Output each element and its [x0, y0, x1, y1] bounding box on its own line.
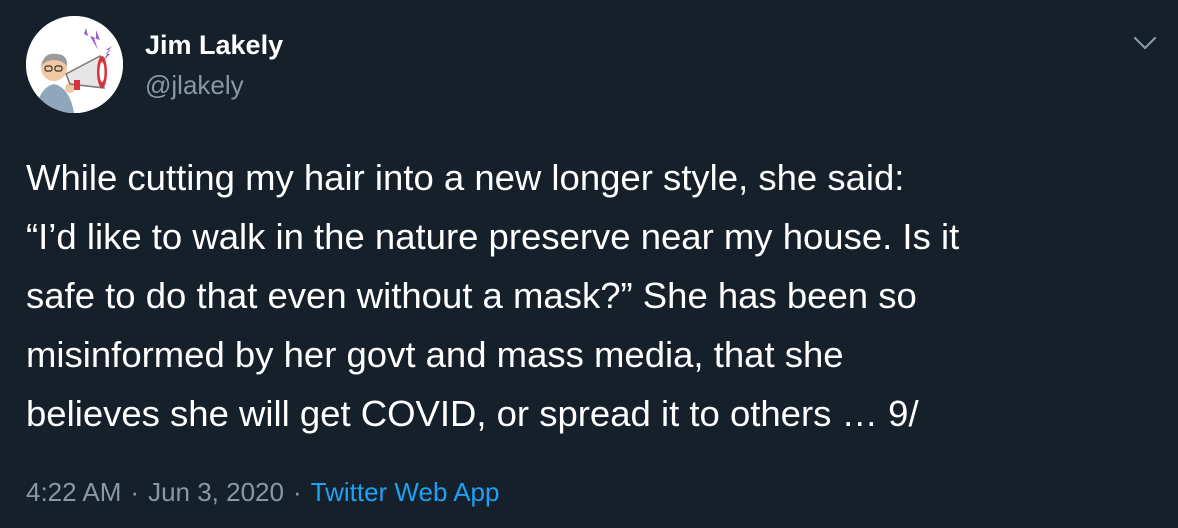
avatar[interactable] [26, 16, 123, 113]
tweet-text-line: misinformed by her govt and mass media, … [26, 334, 844, 375]
tweet-text-line: safe to do that even without a mask?” Sh… [26, 275, 917, 316]
tweet-text-line: “I’d like to walk in the nature preserve… [26, 216, 960, 257]
meta-separator: · [130, 477, 140, 507]
megaphone-avatar-icon [26, 16, 123, 113]
tweet-meta: 4:22 AM · Jun 3, 2020 · Twitter Web App [26, 477, 499, 508]
chevron-down-icon[interactable] [1130, 30, 1160, 56]
tweet-card: Jim Lakely @jlakely While cutting my hai… [0, 0, 1178, 528]
meta-separator: · [292, 477, 302, 507]
author-handle[interactable]: @jlakely [145, 70, 244, 101]
tweet-time[interactable]: 4:22 AM [26, 477, 121, 507]
tweet-text-line: believes she will get COVID, or spread i… [26, 393, 919, 434]
tweet-text: While cutting my hair into a new longer … [26, 148, 1166, 443]
tweet-text-line: While cutting my hair into a new longer … [26, 157, 905, 198]
tweet-date[interactable]: Jun 3, 2020 [148, 477, 284, 507]
author-name[interactable]: Jim Lakely [145, 30, 283, 61]
tweet-source-link[interactable]: Twitter Web App [311, 477, 500, 507]
